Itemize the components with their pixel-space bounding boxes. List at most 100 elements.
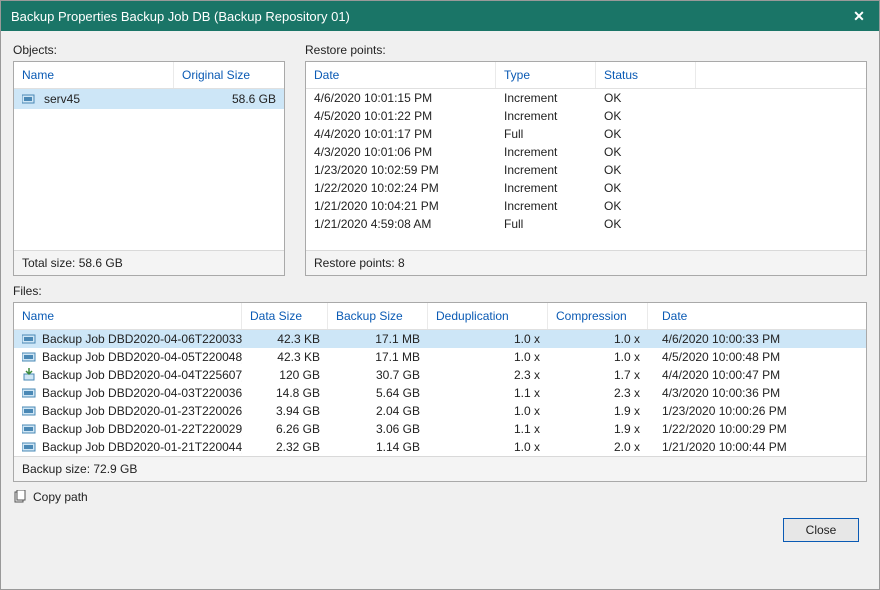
file-backup-size: 1.14 GB [328,440,428,454]
copy-path-button[interactable]: Copy path [13,490,88,504]
col-f-data[interactable]: Data Size [242,303,328,329]
files-row[interactable]: Backup Job DBD2020-04-05T220048_...42.3 … [14,348,866,366]
file-date: 1/23/2020 10:00:26 PM [648,404,866,418]
rp-type: Increment [496,199,596,213]
col-f-comp[interactable]: Compression [548,303,648,329]
file-name: Backup Job DBD2020-04-05T220048_... [42,350,242,364]
files-row[interactable]: Backup Job DBD2020-01-22T220029_...6.26 … [14,420,866,438]
restore-row[interactable]: 4/5/2020 10:01:22 PMIncrementOK [306,107,866,125]
file-backup-size: 5.64 GB [328,386,428,400]
restore-row[interactable]: 1/21/2020 10:04:21 PMIncrementOK [306,197,866,215]
file-comp: 2.0 x [548,440,648,454]
rp-date: 4/4/2020 10:01:17 PM [306,127,496,141]
col-spacer [696,62,866,88]
rp-status: OK [596,199,866,213]
window-title: Backup Properties Backup Job DB (Backup … [11,9,849,24]
files-section: Files: Name Data Size Backup Size Dedupl… [13,284,867,482]
file-name: Backup Job DBD2020-01-23T220026_... [42,404,242,418]
files-label: Files: [13,284,867,298]
rp-status: OK [596,109,866,123]
file-name: Backup Job DBD2020-04-04T225607_... [42,368,242,382]
increment-backup-icon [22,333,38,345]
obj-size: 58.6 GB [174,92,284,106]
restore-row[interactable]: 1/23/2020 10:02:59 PMIncrementOK [306,161,866,179]
increment-backup-icon [22,405,38,417]
rp-date: 1/22/2020 10:02:24 PM [306,181,496,195]
vm-icon [22,93,38,105]
restore-label: Restore points: [305,43,867,57]
rp-type: Full [496,217,596,231]
col-rp-status[interactable]: Status [596,62,696,88]
file-data-size: 42.3 KB [242,332,328,346]
col-f-name[interactable]: Name [14,303,242,329]
col-f-backup[interactable]: Backup Size [328,303,428,329]
increment-backup-icon [22,441,38,453]
restore-row[interactable]: 4/3/2020 10:01:06 PMIncrementOK [306,143,866,161]
file-dedup: 1.1 x [428,386,548,400]
increment-backup-icon [22,351,38,363]
obj-name: serv45 [44,92,80,106]
objects-panel: Name Original Size serv45 58.6 GB Total s… [13,61,285,276]
file-data-size: 2.32 GB [242,440,328,454]
restore-row[interactable]: 4/4/2020 10:01:17 PMFullOK [306,125,866,143]
file-dedup: 1.0 x [428,332,548,346]
file-data-size: 3.94 GB [242,404,328,418]
rp-date: 1/21/2020 4:59:08 AM [306,217,496,231]
restore-row[interactable]: 1/22/2020 10:02:24 PMIncrementOK [306,179,866,197]
rp-status: OK [596,217,866,231]
restore-panel: Date Type Status 4/6/2020 10:01:15 PMInc… [305,61,867,276]
rp-type: Increment [496,181,596,195]
close-icon[interactable]: ✕ [849,8,869,25]
rp-status: OK [596,127,866,141]
rp-type: Increment [496,109,596,123]
restore-footer: Restore points: 8 [306,250,866,275]
col-obj-size[interactable]: Original Size [174,62,284,88]
rp-date: 4/3/2020 10:01:06 PM [306,145,496,159]
file-comp: 2.3 x [548,386,648,400]
file-comp: 1.7 x [548,368,648,382]
col-obj-name[interactable]: Name [14,62,174,88]
objects-footer: Total size: 58.6 GB [14,250,284,275]
rp-date: 1/23/2020 10:02:59 PM [306,163,496,177]
col-f-date[interactable]: Date [648,303,866,329]
close-button[interactable]: Close [783,518,859,542]
file-comp: 1.9 x [548,422,648,436]
file-name: Backup Job DBD2020-01-22T220029_... [42,422,242,436]
files-row[interactable]: Backup Job DBD2020-01-23T220026_...3.94 … [14,402,866,420]
objects-label: Objects: [13,43,285,57]
rp-type: Increment [496,163,596,177]
copy-path-label: Copy path [33,490,88,504]
col-f-dedup[interactable]: Deduplication [428,303,548,329]
file-comp: 1.9 x [548,404,648,418]
files-row[interactable]: Backup Job DBD2020-04-06T220033_...42.3 … [14,330,866,348]
titlebar: Backup Properties Backup Job DB (Backup … [1,1,879,31]
rp-status: OK [596,91,866,105]
col-rp-date[interactable]: Date [306,62,496,88]
rp-type: Increment [496,91,596,105]
file-date: 4/4/2020 10:00:47 PM [648,368,866,382]
files-header: Name Data Size Backup Size Deduplication… [14,303,866,330]
file-dedup: 1.0 x [428,350,548,364]
files-row[interactable]: Backup Job DBD2020-04-03T220036_...14.8 … [14,384,866,402]
rp-date: 4/5/2020 10:01:22 PM [306,109,496,123]
increment-backup-icon [22,423,38,435]
file-backup-size: 17.1 MB [328,332,428,346]
file-comp: 1.0 x [548,332,648,346]
file-dedup: 2.3 x [428,368,548,382]
objects-section: Objects: Name Original Size serv45 58.6 G… [13,43,285,276]
objects-row[interactable]: serv45 58.6 GB [14,89,284,109]
rp-status: OK [596,181,866,195]
file-data-size: 14.8 GB [242,386,328,400]
file-date: 4/5/2020 10:00:48 PM [648,350,866,364]
file-data-size: 42.3 KB [242,350,328,364]
rp-date: 1/21/2020 10:04:21 PM [306,199,496,213]
restore-header: Date Type Status [306,62,866,89]
files-footer: Backup size: 72.9 GB [14,456,866,481]
files-row[interactable]: Backup Job DBD2020-04-04T225607_...120 G… [14,366,866,384]
files-row[interactable]: Backup Job DBD2020-01-21T220044_...2.32 … [14,438,866,456]
restore-row[interactable]: 1/21/2020 4:59:08 AMFullOK [306,215,866,233]
restore-row[interactable]: 4/6/2020 10:01:15 PMIncrementOK [306,89,866,107]
file-date: 4/6/2020 10:00:33 PM [648,332,866,346]
file-name: Backup Job DBD2020-04-03T220036_... [42,386,242,400]
col-rp-type[interactable]: Type [496,62,596,88]
